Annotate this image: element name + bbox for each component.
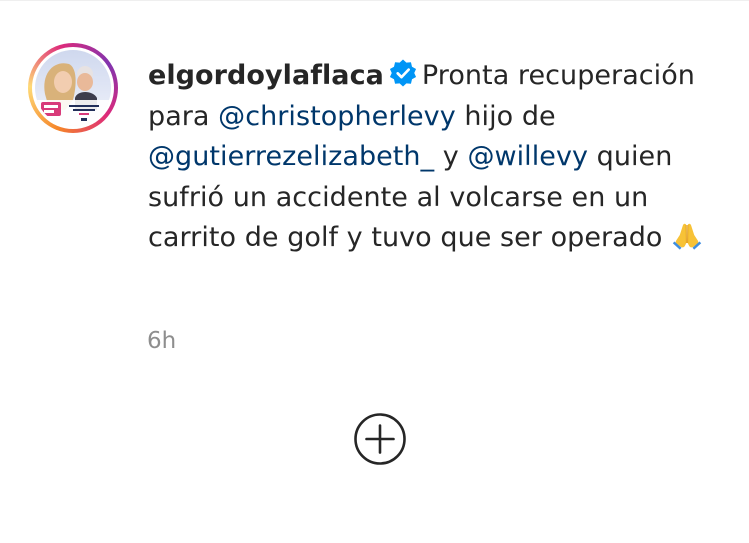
post-timestamp[interactable]: 6h (147, 328, 176, 354)
caption-text: hijo de (455, 100, 556, 132)
username-link[interactable]: elgordoylaflaca (148, 60, 384, 91)
plus-circle-icon (354, 413, 406, 465)
mention-gutierrezelizabeth[interactable]: @gutierrezelizabeth_ (148, 141, 434, 172)
verified-badge-icon (388, 58, 418, 88)
post-caption: elgordoylaflaca Pronta recuperación para … (148, 56, 728, 259)
folded-hands-emoji (671, 219, 703, 251)
mention-christopherlevy[interactable]: @christopherlevy (218, 101, 456, 132)
mention-willevy[interactable]: @willevy (467, 141, 588, 172)
profile-avatar[interactable] (28, 43, 118, 133)
top-divider (0, 0, 749, 1)
caption-text: y (434, 141, 468, 172)
avatar-image (35, 50, 111, 126)
load-more-comments-button[interactable] (353, 412, 407, 466)
